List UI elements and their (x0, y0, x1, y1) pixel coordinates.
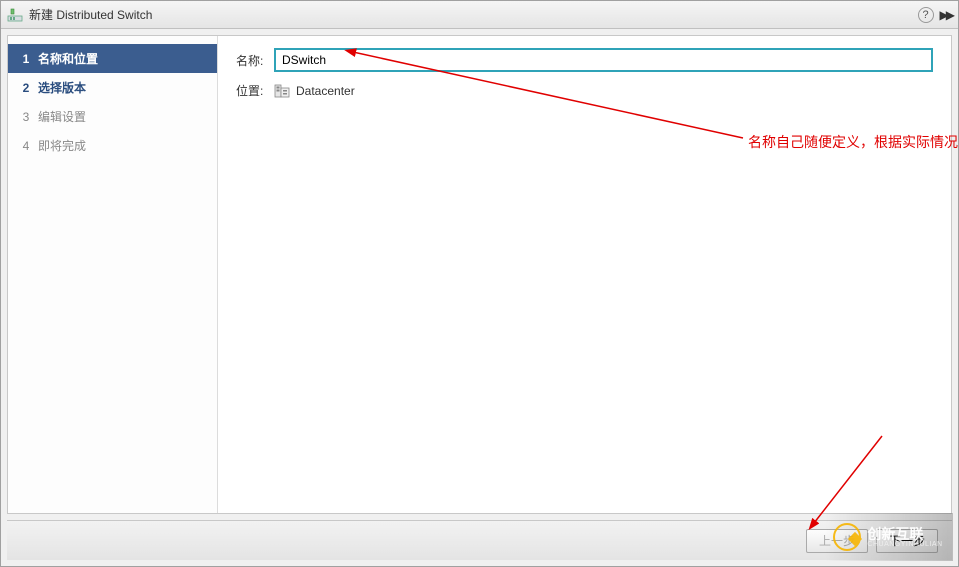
step-number: 1 (20, 52, 32, 66)
next-button[interactable]: 下一步 (876, 529, 938, 553)
form-row-name: 名称: (236, 48, 933, 72)
back-button: 上一步 (806, 529, 868, 553)
name-input[interactable] (274, 48, 933, 72)
step-label: 名称和位置 (38, 50, 98, 67)
step-label: 即将完成 (38, 137, 86, 154)
expand-icon[interactable]: ▶▶ (940, 8, 952, 22)
step-select-version[interactable]: 2 选择版本 (8, 73, 217, 102)
wizard-sidebar: 1 名称和位置 2 选择版本 3 编辑设置 4 即将完成 (8, 36, 218, 513)
help-icon[interactable]: ? (918, 7, 934, 23)
step-name-location[interactable]: 1 名称和位置 (8, 44, 217, 73)
location-label: 位置: (236, 82, 274, 99)
name-label: 名称: (236, 52, 274, 69)
dvswitch-icon (7, 7, 23, 23)
wizard-dialog: 新建 Distributed Switch ? ▶▶ 1 名称和位置 2 选择版… (0, 0, 959, 567)
step-number: 3 (20, 110, 32, 124)
step-edit-settings: 3 编辑设置 (8, 102, 217, 131)
main-panel: 名称: 位置: Datacenter (218, 36, 951, 513)
dialog-footer: 上一步 下一步 (7, 520, 952, 560)
form-row-location: 位置: Datacenter (236, 82, 933, 99)
datacenter-icon (274, 84, 290, 98)
dialog-title: 新建 Distributed Switch (29, 6, 918, 23)
step-number: 2 (20, 81, 32, 95)
step-number: 4 (20, 139, 32, 153)
step-label: 选择版本 (38, 79, 86, 96)
location-value: Datacenter (296, 84, 355, 98)
dialog-body: 1 名称和位置 2 选择版本 3 编辑设置 4 即将完成 名称: 位置: (7, 35, 952, 514)
step-ready: 4 即将完成 (8, 131, 217, 160)
titlebar: 新建 Distributed Switch ? ▶▶ (1, 1, 958, 29)
step-label: 编辑设置 (38, 108, 86, 125)
annotation-text: 名称自己随便定义，根据实际情况 (748, 132, 958, 152)
